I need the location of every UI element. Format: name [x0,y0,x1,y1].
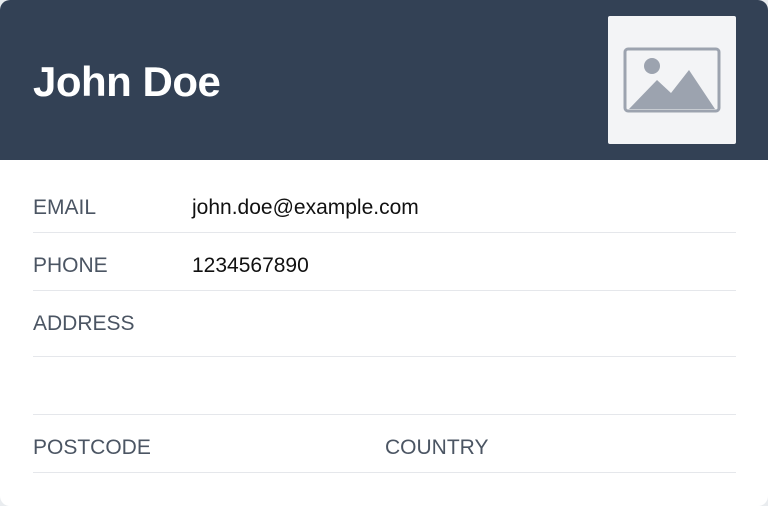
country-label: COUNTRY [385,436,489,459]
email-row: EMAIL john.doe@example.com [33,184,736,233]
address-line2-row [33,357,736,415]
contact-photo[interactable] [608,16,736,144]
address-row: ADDRESS [33,291,736,357]
contact-name: John Doe [33,58,221,105]
contact-header: John Doe [0,0,768,160]
address-label: ADDRESS [33,312,135,335]
phone-value[interactable]: 1234567890 [192,253,309,279]
email-value[interactable]: john.doe@example.com [192,195,419,221]
postcode-country-row: POSTCODE COUNTRY [33,415,736,473]
postcode-label: POSTCODE [33,436,151,459]
phone-label: PHONE [33,254,108,277]
contact-card: John Doe EMAIL john.doe@example.com PHON… [0,0,768,506]
email-label: EMAIL [33,196,97,219]
phone-row: PHONE 1234567890 [33,233,736,291]
image-placeholder-icon [623,47,721,113]
